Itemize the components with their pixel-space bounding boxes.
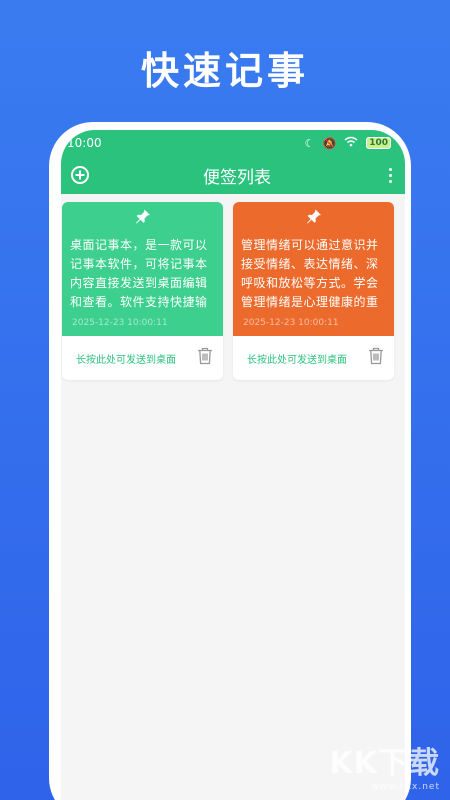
pin-icon[interactable] bbox=[241, 208, 386, 230]
watermark-url: www.kkx.net bbox=[371, 782, 440, 792]
status-bar: 10:00 ☾ 🔕 100 bbox=[61, 130, 405, 156]
add-note-button[interactable] bbox=[71, 166, 89, 184]
note-text: 管理情绪可以通过意识并接受情绪、表达情绪、深呼吸和放松等方式。学会管理情绪是心理… bbox=[241, 238, 379, 309]
hero-title: 快速记事 bbox=[140, 49, 309, 93]
battery-indicator: 100 bbox=[366, 137, 391, 149]
note-footer: 长按此处可发送到桌面 bbox=[233, 336, 394, 380]
send-to-desktop-label[interactable]: 长按此处可发送到桌面 bbox=[76, 351, 176, 366]
more-menu-button[interactable] bbox=[385, 167, 395, 183]
watermark-main: KK下载 bbox=[329, 746, 440, 781]
wifi-icon bbox=[344, 136, 358, 150]
note-date: 2025-12-23 10:00:11 bbox=[243, 318, 339, 328]
note-body[interactable]: 管理情绪可以通过意识并接受情绪、表达情绪、深呼吸和放松等方式。学会管理情绪是心理… bbox=[233, 202, 394, 336]
send-to-desktop-label[interactable]: 长按此处可发送到桌面 bbox=[247, 351, 347, 366]
note-body[interactable]: 桌面记事本，是一款可以记事本软件，可将记事本内容直接发送到桌面编辑和查看。软件支… bbox=[62, 202, 223, 336]
notes-grid: 桌面记事本，是一款可以记事本软件，可将记事本内容直接发送到桌面编辑和查看。软件支… bbox=[61, 194, 405, 380]
trash-icon[interactable] bbox=[368, 347, 384, 369]
note-card[interactable]: 管理情绪可以通过意识并接受情绪、表达情绪、深呼吸和放松等方式。学会管理情绪是心理… bbox=[233, 202, 394, 380]
phone-frame: 10:00 ☾ 🔕 100 便签列表 桌面记事本，是一款可以记事本软件，可将记事… bbox=[49, 122, 411, 800]
status-icons: ☾ 🔕 100 bbox=[305, 136, 391, 150]
note-card[interactable]: 桌面记事本，是一款可以记事本软件，可将记事本内容直接发送到桌面编辑和查看。软件支… bbox=[62, 202, 223, 380]
note-text: 桌面记事本，是一款可以记事本软件，可将记事本内容直接发送到桌面编辑和查看。软件支… bbox=[70, 238, 208, 309]
mute-icon: 🔕 bbox=[322, 136, 337, 150]
status-time: 10:00 bbox=[67, 136, 102, 150]
pin-icon[interactable] bbox=[70, 208, 215, 230]
toolbar-title: 便签列表 bbox=[203, 167, 271, 188]
watermark-logo: KK下载 www.kkx.net bbox=[330, 738, 441, 792]
trash-icon[interactable] bbox=[197, 347, 213, 369]
note-footer: 长按此处可发送到桌面 bbox=[62, 336, 223, 380]
app-toolbar: 便签列表 bbox=[61, 156, 405, 194]
app-screen: 10:00 ☾ 🔕 100 便签列表 桌面记事本，是一款可以记事本软件，可将记事… bbox=[61, 130, 405, 800]
note-date: 2025-12-23 10:00:11 bbox=[72, 318, 168, 328]
moon-icon: ☾ bbox=[304, 136, 315, 150]
